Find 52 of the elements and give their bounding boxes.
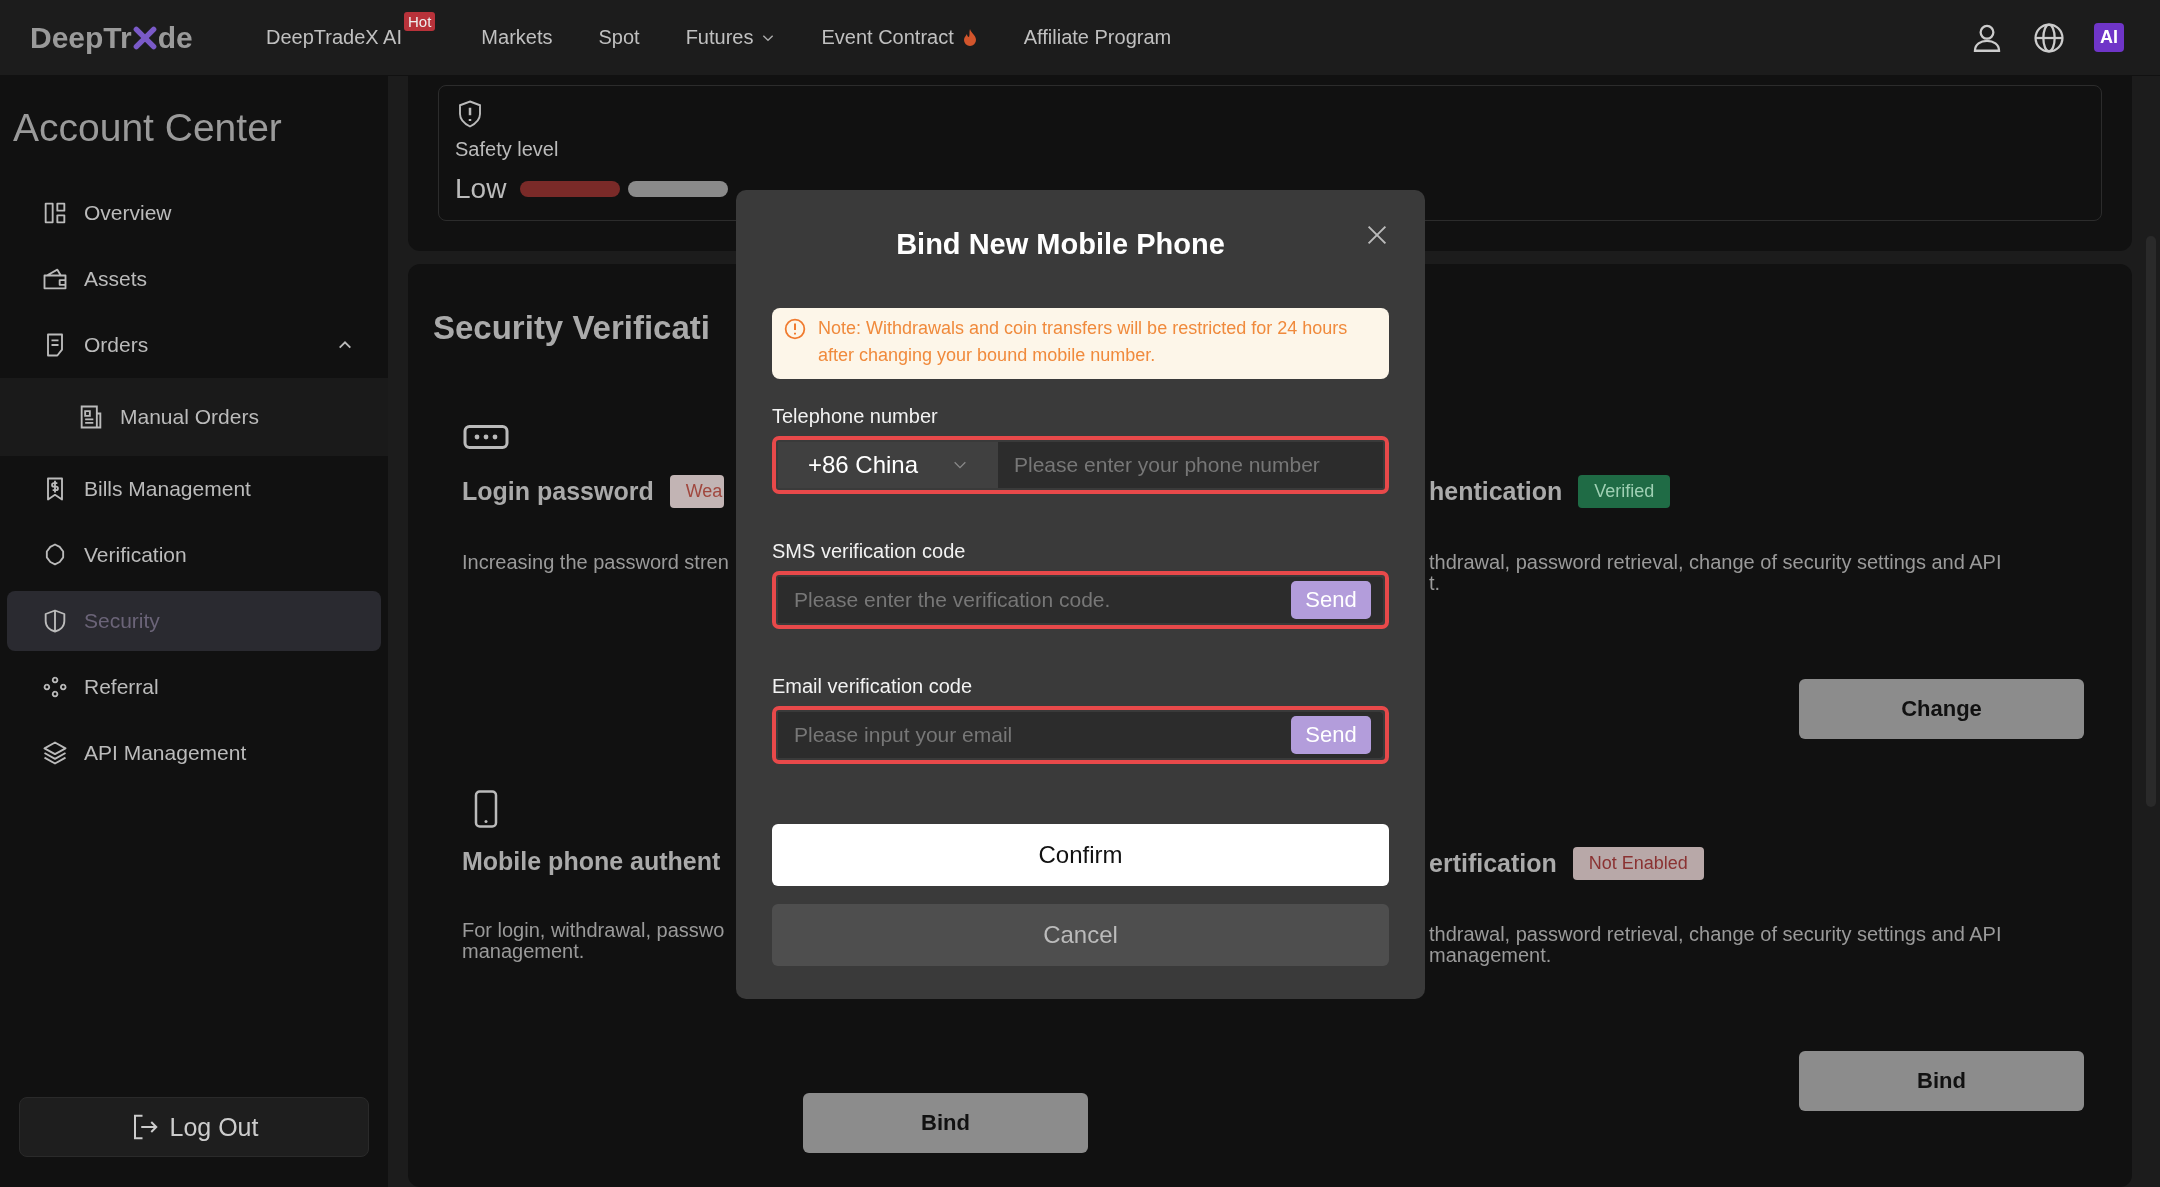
action-button[interactable]: Bind	[803, 1093, 1088, 1153]
ai-button[interactable]: AI	[2094, 23, 2124, 52]
confirm-button[interactable]: Confirm	[772, 824, 1389, 886]
sidebar-title: Account Center	[13, 106, 283, 150]
sidebar-item[interactable]: Referral	[7, 657, 381, 717]
sidebar-item[interactable]: API Management	[7, 723, 381, 783]
x-mark-icon	[131, 24, 158, 51]
card-title: Mobile phone authent	[462, 847, 721, 876]
status-badge: Wea	[669, 475, 725, 508]
card-title: ertification	[1429, 849, 1557, 878]
section-title: Security Verificati	[433, 309, 710, 347]
hot-badge: Hot	[404, 12, 436, 31]
globe-icon[interactable]	[2032, 20, 2066, 55]
card-description: thdrawal, password retrieval, change of security settings and API	[1429, 924, 2002, 945]
safety-label: Safety level	[455, 138, 560, 161]
field-label: Email verification code	[772, 675, 974, 698]
nav-link[interactable]: DeepTradeX AI	[266, 26, 402, 49]
close-icon[interactable]	[1365, 223, 1389, 247]
sidebar-item[interactable]: Assets	[7, 249, 381, 309]
card-description: thdrawal, password retrieval, change of security settings and API	[1429, 552, 2002, 573]
card-title: hentication	[1429, 477, 1563, 506]
nav-link[interactable]: Markets	[481, 26, 553, 49]
nav-link[interactable]: Affiliate Program	[1023, 26, 1172, 49]
card-description: For login, withdrawal, passwo	[462, 920, 725, 941]
flame-icon	[961, 27, 978, 48]
card-description: management.	[1429, 945, 1552, 966]
field-label: SMS verification code	[772, 540, 967, 563]
action-button[interactable]: Change	[1799, 679, 2084, 739]
nav-link[interactable]: Futures	[685, 26, 754, 49]
card-description: management.	[462, 941, 585, 962]
sidebar-item[interactable]: Overview	[7, 183, 381, 243]
card-title: Login password	[462, 477, 654, 506]
logo[interactable]: DeepTr de	[30, 20, 266, 55]
sidebar-item[interactable]: Orders	[7, 315, 381, 375]
action-button[interactable]: Bind	[1799, 1051, 2084, 1111]
safety-level: Low	[455, 173, 507, 205]
sidebar-item[interactable]: Bills Management	[7, 459, 381, 519]
status-badge: Not Enabled	[1572, 847, 1704, 880]
card-description: Increasing the password stren	[462, 552, 729, 573]
logout-button[interactable]: Log Out	[19, 1097, 369, 1157]
country-select[interactable]: +86 China	[778, 442, 998, 488]
phone-field[interactable]: +86 China Please enter your phone number	[778, 442, 1383, 488]
nav-link[interactable]: Spot	[598, 26, 640, 49]
status-badge: Verified	[1578, 475, 1671, 508]
sidebar-item[interactable]: Verification	[7, 525, 381, 585]
warning-text: Note: Withdrawals and coin transfers will be restricted for 24 hours after changing your bound mobile number.	[818, 317, 1349, 367]
field-label: Telephone number	[772, 405, 939, 428]
warning-icon	[784, 318, 806, 340]
nav-link[interactable]: Event Contract	[821, 26, 954, 49]
card-description: t.	[1429, 573, 1441, 594]
dialog-title: Bind New Mobile Phone	[896, 227, 1225, 261]
cancel-button[interactable]: Cancel	[772, 904, 1389, 966]
